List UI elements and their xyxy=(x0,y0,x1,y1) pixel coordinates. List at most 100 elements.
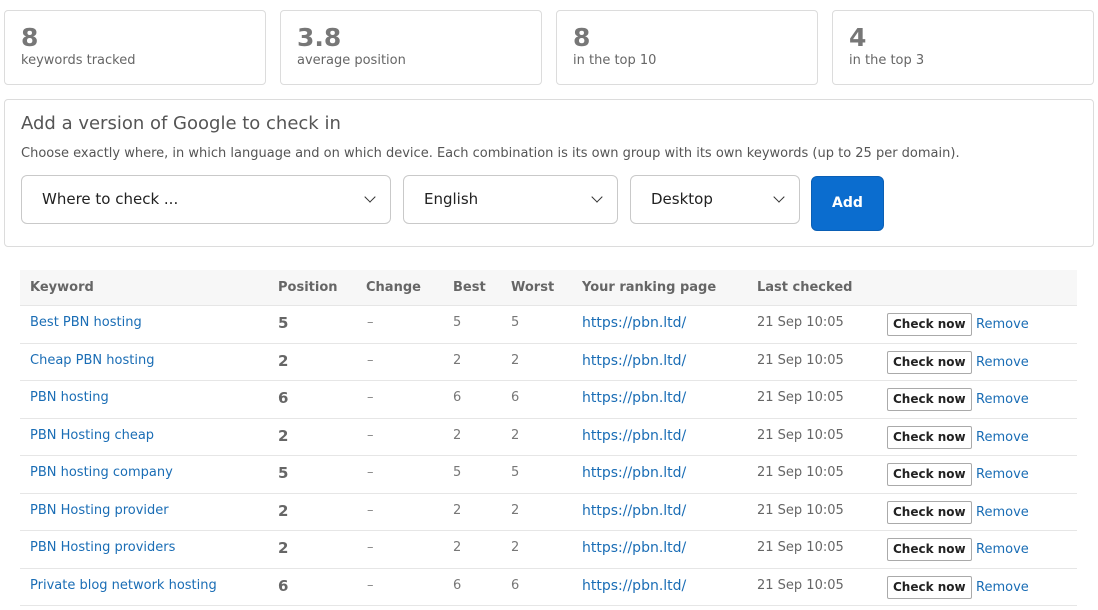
remove-link[interactable]: Remove xyxy=(976,381,1029,418)
remove-link[interactable]: Remove xyxy=(976,456,1029,493)
position-value: 5 xyxy=(278,464,289,482)
keyword-link[interactable]: PBN Hosting provider xyxy=(30,494,169,528)
change-value: – xyxy=(367,315,374,330)
table-header: Keyword Position Change Best Worst Your … xyxy=(20,270,1077,306)
chevron-down-icon xyxy=(364,191,376,203)
worst-value: 6 xyxy=(511,390,520,405)
chevron-down-icon xyxy=(773,191,785,203)
stat-label: keywords tracked xyxy=(21,53,136,68)
position-value: 2 xyxy=(278,501,289,520)
ranking-page-link[interactable]: https://pbn.ltd/ xyxy=(582,531,686,565)
best-value: 2 xyxy=(453,540,462,555)
table-row: PBN Hosting cheap 2 – 2 2 https://pbn.lt… xyxy=(20,419,1077,456)
header-position: Position xyxy=(278,280,338,295)
change-value: – xyxy=(367,465,374,480)
header-change: Change xyxy=(366,280,421,295)
stat-value: 8 xyxy=(573,23,591,52)
stat-average-position: 3.8 average position xyxy=(280,10,542,85)
device-select[interactable]: Desktop xyxy=(630,175,800,224)
keyword-link[interactable]: PBN Hosting providers xyxy=(30,531,175,565)
remove-link[interactable]: Remove xyxy=(976,569,1029,606)
worst-value: 5 xyxy=(511,315,520,330)
chevron-down-icon xyxy=(591,191,603,203)
keyword-link[interactable]: Cheap PBN hosting xyxy=(30,344,154,378)
ranking-page-link[interactable]: https://pbn.ltd/ xyxy=(582,344,686,378)
best-value: 2 xyxy=(453,352,462,368)
stat-value: 8 xyxy=(21,23,39,52)
last-checked-value: 21 Sep 10:05 xyxy=(757,390,844,405)
check-now-button[interactable]: Check now xyxy=(887,538,972,561)
check-now-button[interactable]: Check now xyxy=(887,388,972,411)
ranking-page-link[interactable]: https://pbn.ltd/ xyxy=(582,306,686,340)
best-value: 2 xyxy=(453,502,462,518)
stat-label: in the top 10 xyxy=(573,53,657,68)
last-checked-value: 21 Sep 10:05 xyxy=(757,540,844,555)
check-now-button[interactable]: Check now xyxy=(887,425,972,449)
remove-link[interactable]: Remove xyxy=(976,419,1029,456)
table-row: PBN Hosting provider 2 – 2 2 https://pbn… xyxy=(20,494,1077,531)
last-checked-value: 21 Sep 10:05 xyxy=(757,427,844,443)
keyword-link[interactable]: Best PBN hosting xyxy=(30,306,142,340)
add-button[interactable]: Add xyxy=(811,176,884,231)
ranking-page-link[interactable]: https://pbn.ltd/ xyxy=(582,419,686,453)
check-now-button[interactable]: Check now xyxy=(887,350,972,374)
keyword-link[interactable]: PBN Hosting cheap xyxy=(30,419,154,453)
change-value: – xyxy=(367,427,374,443)
ranking-page-link[interactable]: https://pbn.ltd/ xyxy=(582,456,686,490)
header-keyword: Keyword xyxy=(30,280,94,295)
change-value: – xyxy=(367,502,374,518)
table-row: PBN hosting 6 – 6 6 https://pbn.ltd/ 21 … xyxy=(20,381,1077,419)
best-value: 2 xyxy=(453,427,462,443)
where-select-value: Where to check ... xyxy=(42,190,179,208)
keyword-link[interactable]: PBN hosting xyxy=(30,381,109,415)
change-value: – xyxy=(367,577,374,593)
table-row: PBN hosting company 5 – 5 5 https://pbn.… xyxy=(20,456,1077,494)
check-now-button[interactable]: Check now xyxy=(887,313,972,336)
change-value: – xyxy=(367,390,374,405)
ranking-page-link[interactable]: https://pbn.ltd/ xyxy=(582,569,686,603)
position-value: 6 xyxy=(278,389,289,407)
check-now-button[interactable]: Check now xyxy=(887,463,972,486)
remove-link[interactable]: Remove xyxy=(976,306,1029,343)
position-value: 5 xyxy=(278,314,289,332)
stat-value: 3.8 xyxy=(297,23,342,52)
last-checked-value: 21 Sep 10:05 xyxy=(757,315,844,330)
ranking-page-link[interactable]: https://pbn.ltd/ xyxy=(582,494,686,528)
best-value: 5 xyxy=(453,315,462,330)
position-value: 6 xyxy=(278,576,289,595)
last-checked-value: 21 Sep 10:05 xyxy=(757,465,844,480)
header-last-checked: Last checked xyxy=(757,280,853,295)
remove-link[interactable]: Remove xyxy=(976,531,1029,568)
worst-value: 6 xyxy=(511,577,520,593)
position-value: 2 xyxy=(278,351,289,370)
table-row: Best PBN hosting 5 – 5 5 https://pbn.ltd… xyxy=(20,306,1077,344)
best-value: 6 xyxy=(453,577,462,593)
add-google-version-panel: Add a version of Google to check in Choo… xyxy=(4,99,1094,247)
where-to-check-select[interactable]: Where to check ... xyxy=(21,175,391,224)
change-value: – xyxy=(367,352,374,368)
remove-link[interactable]: Remove xyxy=(976,494,1029,531)
stats-bar: 8 keywords tracked 3.8 average position … xyxy=(4,10,1094,85)
check-now-button[interactable]: Check now xyxy=(887,500,972,524)
last-checked-value: 21 Sep 10:05 xyxy=(757,577,844,593)
table-row: PBN Hosting providers 2 – 2 2 https://pb… xyxy=(20,531,1077,569)
worst-value: 2 xyxy=(511,427,520,443)
stat-top-3: 4 in the top 3 xyxy=(832,10,1094,85)
panel-title: Add a version of Google to check in xyxy=(21,113,341,134)
remove-link[interactable]: Remove xyxy=(976,344,1029,381)
keyword-link[interactable]: PBN hosting company xyxy=(30,456,173,490)
best-value: 6 xyxy=(453,390,462,405)
last-checked-value: 21 Sep 10:05 xyxy=(757,502,844,518)
header-worst: Worst xyxy=(511,280,555,295)
device-select-value: Desktop xyxy=(651,190,713,208)
language-select[interactable]: English xyxy=(403,175,618,224)
check-now-button[interactable]: Check now xyxy=(887,575,972,599)
language-select-value: English xyxy=(424,190,479,208)
stat-label: in the top 3 xyxy=(849,53,925,68)
stat-keywords-tracked: 8 keywords tracked xyxy=(4,10,266,85)
keyword-link[interactable]: Private blog network hosting xyxy=(30,569,217,603)
stat-value: 4 xyxy=(849,23,867,52)
header-ranking-page: Your ranking page xyxy=(582,280,717,295)
change-value: – xyxy=(367,540,374,555)
ranking-page-link[interactable]: https://pbn.ltd/ xyxy=(582,381,686,415)
